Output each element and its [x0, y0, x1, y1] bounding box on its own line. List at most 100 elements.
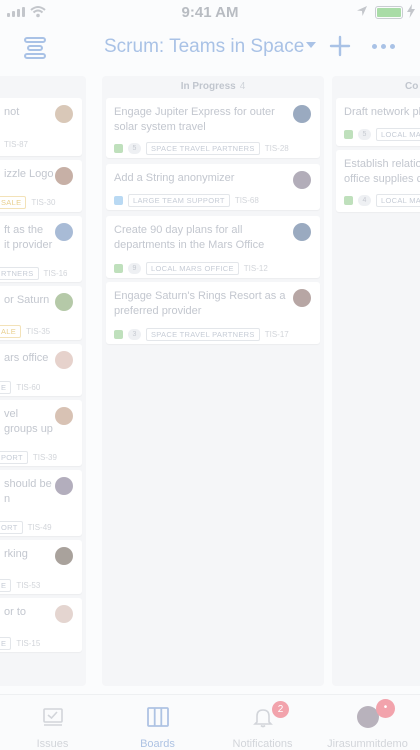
issue-key: TIS-87 — [4, 140, 29, 149]
avatar — [293, 171, 311, 189]
location-icon — [357, 6, 367, 16]
issue-summary: solar system travel — [114, 121, 206, 133]
issue-card[interactable]: should be n ORT TIS-49 — [0, 470, 82, 536]
epic-label: LOCAL MARS OFFICE — [146, 262, 239, 275]
tab-issues[interactable]: Issues — [0, 703, 105, 750]
issue-key: TIS-39 — [32, 453, 57, 462]
issue-card[interactable]: vel groups up PORT TIS-39 — [0, 400, 82, 466]
epic-label: ALE — [0, 325, 22, 338]
issues-icon — [43, 708, 63, 726]
epic-label: SPACE TRAVEL PARTNERS — [146, 328, 260, 341]
issue-key: TIS-53 — [16, 581, 41, 590]
issue-card[interactable]: rking E TIS-53 — [0, 540, 82, 594]
issue-summary: groups up — [4, 423, 53, 435]
issue-card[interactable]: Draft network pla 5 LOCAL MA — [336, 98, 420, 146]
issue-key: TIS-68 — [234, 196, 259, 205]
story-icon — [344, 196, 353, 205]
board-title[interactable]: Scrum: Teams in Space — [104, 36, 304, 58]
avatar — [55, 105, 73, 123]
avatar — [293, 289, 311, 307]
story-points: 9 — [128, 263, 141, 274]
issue-card[interactable]: or Saturn ALE TIS-35 — [0, 286, 82, 340]
issue-key: TIS-60 — [16, 383, 41, 392]
issue-card[interactable]: Engage Jupiter Express for outer solar s… — [106, 98, 320, 158]
notification-badge: 2 — [272, 701, 289, 718]
issue-card[interactable]: ft as the it provider RTNERS TIS-16 — [0, 216, 82, 282]
epic-label: SPACE TRAVEL PARTNERS — [146, 142, 260, 155]
board-menu-icon[interactable] — [22, 36, 48, 60]
tab-bar: Issues Boards 2 Notifications • Jirasumm… — [0, 694, 420, 750]
column-done: Co Draft network pla 5 LOCAL MA Establis… — [332, 76, 420, 686]
boards-icon — [147, 707, 169, 727]
issue-card[interactable]: Establish relation office supplies co 4 … — [336, 150, 420, 212]
avatar — [55, 293, 73, 311]
issue-card[interactable]: ars office E TIS-60 — [0, 344, 82, 396]
issue-card[interactable]: Engage Saturn's Rings Resort as a prefer… — [106, 282, 320, 344]
issue-summary: departments in the Mars Office — [114, 239, 265, 251]
avatar — [55, 477, 73, 495]
story-icon — [114, 264, 123, 273]
column-title: Co — [405, 81, 419, 92]
story-points: 3 — [128, 329, 141, 340]
epic-label: E — [0, 381, 12, 394]
add-issue-button[interactable] — [329, 35, 351, 57]
avatar — [55, 223, 73, 241]
tab-label: Issues — [36, 738, 69, 750]
epic-label: PORT — [0, 451, 28, 464]
story-icon — [344, 130, 353, 139]
avatar — [293, 223, 311, 241]
issue-summary: office supplies co — [344, 173, 420, 185]
story-points: 5 — [358, 129, 371, 140]
tab-notifications[interactable]: 2 Notifications — [210, 701, 315, 750]
issue-card[interactable]: Add a String anonymizer LARGE TEAM SUPPO… — [106, 164, 320, 210]
issue-summary: Draft network pla — [344, 106, 420, 118]
issue-key: TIS-28 — [264, 144, 289, 153]
profile-badge-icon: • — [376, 699, 395, 718]
epic-label: LOCAL MA — [376, 194, 420, 207]
issue-key: TIS-15 — [16, 639, 41, 648]
board-header: Scrum: Teams in Space — [0, 28, 420, 68]
issue-card[interactable]: izzle Logo SALE TIS-30 — [0, 160, 82, 212]
column-to-do: not TIS-87 izzle Logo SALE TIS-30 ft as t… — [0, 76, 86, 686]
column-count: 4 — [239, 81, 246, 92]
issue-card[interactable]: or to E TIS-15 — [0, 598, 82, 652]
issue-summary: n — [4, 493, 11, 505]
epic-label: E — [0, 637, 12, 650]
epic-label: E — [0, 579, 12, 592]
avatar — [55, 351, 73, 369]
issue-summary: Engage Jupiter Express for outer — [114, 106, 275, 118]
avatar — [55, 605, 73, 623]
issue-key: TIS-16 — [43, 269, 68, 278]
issue-key: TIS-35 — [26, 327, 51, 336]
issue-key: TIS-30 — [31, 198, 56, 207]
epic-label: LARGE TEAM SUPPORT — [128, 194, 230, 207]
status-bar: 9:41 AM — [0, 0, 420, 26]
board: not TIS-87 izzle Logo SALE TIS-30 ft as t… — [0, 76, 420, 696]
issue-card[interactable]: not TIS-87 — [0, 98, 82, 156]
issue-key: TIS-12 — [243, 264, 268, 273]
task-icon — [114, 196, 123, 205]
story-icon — [114, 330, 123, 339]
avatar — [55, 407, 73, 425]
tab-label: Boards — [140, 738, 175, 750]
avatar — [55, 547, 73, 565]
epic-label: LOCAL MA — [376, 128, 420, 141]
issue-summary: Create 90 day plans for all — [114, 224, 243, 236]
issue-key: TIS-49 — [27, 523, 52, 532]
issue-card[interactable]: Create 90 day plans for all departments … — [106, 216, 320, 278]
story-points: 4 — [358, 195, 371, 206]
avatar — [55, 167, 73, 185]
epic-label: ORT — [0, 521, 23, 534]
epic-label: SALE — [0, 196, 27, 209]
more-options-icon[interactable] — [372, 44, 395, 49]
tab-boards[interactable]: Boards — [105, 703, 210, 750]
chevron-down-icon[interactable] — [306, 42, 316, 49]
tab-label: Jirasummitdemo — [327, 738, 408, 750]
issue-summary: it provider — [4, 239, 53, 251]
story-points: 5 — [128, 143, 141, 154]
tab-profile[interactable]: • Jirasummitdemo — [315, 699, 420, 750]
story-icon — [114, 144, 123, 153]
issue-summary: Add a String anonymizer — [114, 172, 235, 184]
issue-summary: Engage Saturn's Rings Resort as a — [114, 290, 286, 302]
issue-summary: preferred provider — [114, 305, 202, 317]
